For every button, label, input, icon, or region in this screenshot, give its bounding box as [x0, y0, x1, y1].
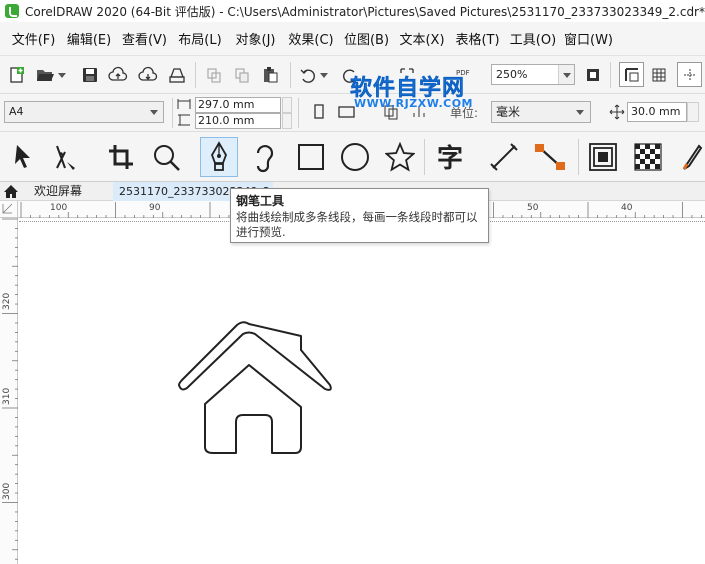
vertical-ruler[interactable]: 320 310 300 [0, 218, 18, 564]
tooltip-title: 钢笔工具 [236, 194, 285, 208]
page-height-input[interactable]: 210.0 mm [195, 113, 281, 129]
copy-icon[interactable] [231, 64, 253, 86]
toolbox-separator [424, 139, 425, 175]
units-select[interactable]: 毫米 [491, 101, 591, 123]
menu-text[interactable]: 文本(X) [397, 29, 448, 48]
ruler-label: 310 [2, 387, 12, 405]
menu-view[interactable]: 查看(V) [119, 29, 170, 48]
undo-icon[interactable] [297, 64, 319, 86]
page-size-select[interactable]: A4 [4, 101, 164, 123]
tab-welcome-screen[interactable]: 欢迎屏幕 [22, 182, 112, 201]
window-title: CorelDRAW 2020 (64-Bit 评估版) - C:\Users\A… [25, 4, 705, 19]
show-guidelines-icon[interactable] [677, 62, 702, 87]
zoom-level-select[interactable]: 250% [491, 64, 575, 85]
paste-icon[interactable] [259, 64, 281, 86]
show-rulers-icon[interactable] [619, 62, 644, 87]
connector-tool-icon[interactable] [531, 137, 569, 177]
coreldraw-logo-icon [5, 4, 19, 18]
page-width-input[interactable]: 297.0 mm [195, 97, 281, 113]
toolbar-separator [290, 62, 291, 88]
cloud-upload-icon[interactable] [107, 64, 129, 86]
width-icon [175, 97, 193, 111]
open-dropdown-icon[interactable] [56, 64, 68, 86]
ruler-label: 90 [149, 203, 161, 213]
menu-bar: 文件(F) 编辑(E) 查看(V) 布局(L) 对象(J) 效果(C) 位图(B… [0, 22, 705, 56]
home-icon[interactable] [3, 184, 19, 199]
zoom-dropdown-button[interactable] [558, 65, 574, 84]
cloud-download-icon[interactable] [137, 64, 159, 86]
ruler-label: 320 [2, 292, 12, 310]
toolbox-separator [578, 139, 579, 175]
ruler-label: 40 [621, 203, 633, 213]
ruler-label: 50 [527, 203, 539, 213]
page-size-value: A4 [9, 105, 24, 118]
toolbar-separator [195, 62, 196, 88]
full-screen-preview-icon[interactable] [582, 64, 604, 86]
open-folder-icon[interactable] [34, 64, 56, 86]
new-document-icon[interactable] [6, 64, 28, 86]
watermark-url: WWW.RJZXW.COM [354, 97, 473, 110]
save-icon[interactable] [79, 64, 101, 86]
artistic-media-tool-icon[interactable] [246, 137, 284, 177]
menu-tools[interactable]: 工具(O) [508, 29, 559, 48]
portrait-orientation-icon[interactable] [308, 101, 330, 123]
dimension-tool-icon[interactable] [485, 137, 523, 177]
zoom-tool-icon[interactable] [147, 137, 185, 177]
contour-tool-icon[interactable] [584, 137, 622, 177]
toolbar-separator [172, 98, 173, 128]
site-watermark: 软件自学网 WWW.RJZXW.COM [350, 70, 500, 116]
crop-tool-icon[interactable] [102, 137, 140, 177]
polygon-star-tool-icon[interactable] [381, 137, 419, 177]
pick-tool-icon[interactable] [4, 137, 42, 177]
nudge-distance-input[interactable]: 30.0 mm [627, 102, 687, 122]
nudge-distance-icon [606, 101, 628, 123]
menu-effects[interactable]: 效果(C) [286, 29, 337, 48]
color-eyedropper-tool-icon[interactable] [676, 137, 705, 177]
ruler-origin[interactable] [0, 201, 18, 218]
house-drawing[interactable] [178, 321, 332, 454]
title-bar: CorelDRAW 2020 (64-Bit 评估版) - C:\Users\A… [0, 0, 705, 22]
tooltip-description: 将曲线绘制成多条线段，每画一条线段时都可以进行预览. [236, 210, 478, 239]
height-icon [175, 113, 193, 127]
pen-tool-icon[interactable] [200, 137, 238, 177]
menu-object[interactable]: 对象(J) [230, 29, 281, 48]
shape-tool-icon[interactable] [45, 137, 83, 177]
menu-edit[interactable]: 编辑(E) [64, 29, 115, 48]
print-icon[interactable] [166, 64, 188, 86]
canvas-drawing [178, 321, 332, 454]
transparency-tool-icon[interactable] [629, 137, 667, 177]
ellipse-tool-icon[interactable] [336, 137, 374, 177]
undo-dropdown-icon[interactable] [318, 64, 330, 86]
menu-table[interactable]: 表格(T) [452, 29, 503, 48]
drawing-canvas[interactable] [19, 219, 705, 564]
zoom-value: 250% [496, 68, 528, 81]
ruler-label: 100 [50, 203, 68, 213]
menu-layout[interactable]: 布局(L) [175, 29, 226, 48]
page-height-spinner[interactable] [282, 113, 292, 129]
pen-tool-tooltip: 钢笔工具 将曲线绘制成多条线段，每画一条线段时都可以进行预览. [230, 188, 489, 243]
show-grid-icon[interactable] [648, 64, 670, 86]
menu-file[interactable]: 文件(F) [8, 29, 59, 48]
toolbar-separator [610, 62, 611, 88]
cut-icon[interactable] [203, 64, 225, 86]
page-width-spinner[interactable] [282, 97, 292, 113]
ruler-label: 300 [2, 482, 12, 500]
menu-bitmaps[interactable]: 位图(B) [341, 29, 392, 48]
rectangle-tool-icon[interactable] [292, 137, 330, 177]
svg-text:字: 字 [437, 143, 463, 173]
nudge-distance-spinner[interactable] [687, 102, 699, 122]
toolbar-separator [298, 98, 299, 128]
menu-window[interactable]: 窗口(W) [563, 29, 614, 48]
text-tool-icon[interactable]: 字 [433, 137, 471, 177]
